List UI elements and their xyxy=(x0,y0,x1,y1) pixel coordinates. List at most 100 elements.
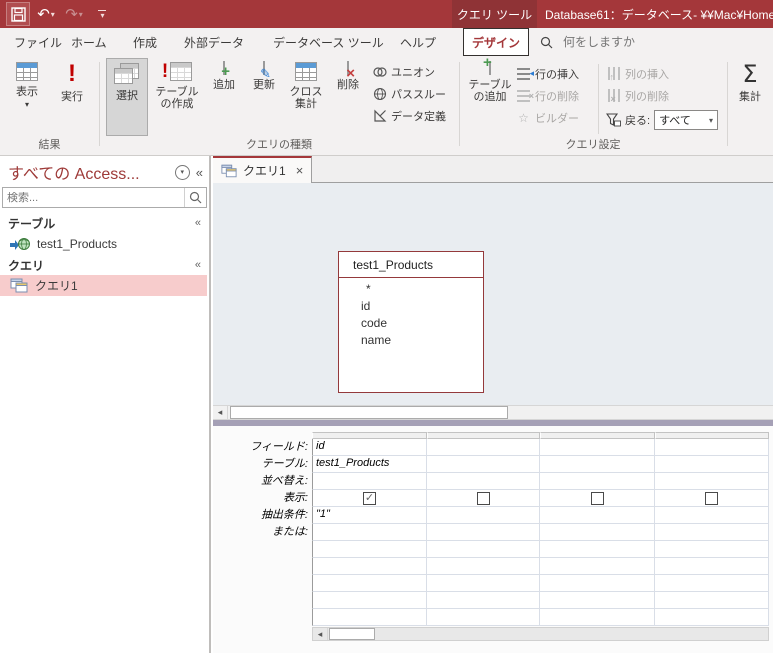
data-definition-button[interactable]: データ定義 xyxy=(372,108,446,123)
section-collapse-icon[interactable]: « xyxy=(195,259,201,271)
field-list-test1-products[interactable]: test1_Products * id code name xyxy=(338,251,484,393)
grid-cell[interactable] xyxy=(655,592,769,609)
grid-cell[interactable] xyxy=(655,575,769,592)
grid-cell[interactable] xyxy=(427,609,540,626)
nav-item-test1-products[interactable]: test1_Products xyxy=(0,233,207,254)
grid-cell-or-2[interactable] xyxy=(427,524,540,541)
show-checkbox[interactable] xyxy=(590,491,604,505)
grid-cell[interactable] xyxy=(427,541,540,558)
column-selector[interactable] xyxy=(312,432,427,439)
save-icon[interactable] xyxy=(6,2,30,26)
nav-item-query1[interactable]: クエリ1 xyxy=(0,275,207,296)
query-design-surface[interactable]: test1_Products * id code name xyxy=(213,184,773,405)
tab-help[interactable]: ヘルプ xyxy=(398,28,438,56)
delete-rows-button[interactable]: × 行の削除 xyxy=(516,88,579,103)
totals-button[interactable]: Σ 集計 xyxy=(731,58,769,136)
builder-button[interactable]: ☆ ビルダー xyxy=(516,110,579,125)
grid-cell-sort-3[interactable] xyxy=(540,473,655,490)
column-selector[interactable] xyxy=(427,432,540,439)
grid-hscrollbar[interactable]: ◂ xyxy=(312,627,769,641)
grid-cell-criteria-1[interactable]: "1" xyxy=(312,507,427,524)
grid-cell[interactable] xyxy=(540,609,655,626)
column-selector[interactable] xyxy=(655,432,769,439)
grid-cell[interactable] xyxy=(540,575,655,592)
grid-cell-show-1[interactable]: ✓ xyxy=(312,490,427,507)
close-tab-icon[interactable]: × xyxy=(296,163,304,178)
grid-cell-or-1[interactable] xyxy=(312,524,427,541)
insert-rows-button[interactable]: ◂ 行の挿入 xyxy=(516,66,579,81)
scroll-left-icon[interactable]: ◂ xyxy=(313,628,328,640)
grid-cell-table-3[interactable] xyxy=(540,456,655,473)
grid-cell-show-2[interactable] xyxy=(427,490,540,507)
view-button[interactable]: 表示 ▾ xyxy=(6,58,48,136)
delete-query-button[interactable]: × 削除 xyxy=(329,58,367,136)
grid-cell-criteria-4[interactable] xyxy=(655,507,769,524)
add-tables-button[interactable]: + テーブルの追加 xyxy=(467,55,513,136)
undo-dropdown-icon[interactable]: ▾ xyxy=(51,10,55,19)
nav-search-input[interactable] xyxy=(3,191,184,204)
field-list-title[interactable]: test1_Products xyxy=(339,252,483,278)
nav-section-queries[interactable]: クエリ « xyxy=(0,255,209,275)
grid-cell[interactable] xyxy=(312,592,427,609)
union-button[interactable]: ユニオン xyxy=(372,64,446,79)
grid-cell-field-2[interactable] xyxy=(427,439,540,456)
grid-cell-show-4[interactable] xyxy=(655,490,769,507)
grid-hscrollbar-thumb[interactable] xyxy=(329,628,375,640)
nav-section-tables[interactable]: テーブル « xyxy=(0,213,209,233)
grid-cell-sort-1[interactable] xyxy=(312,473,427,490)
select-query-button[interactable]: 選択 xyxy=(106,58,148,136)
grid-cell[interactable] xyxy=(312,609,427,626)
view-dropdown-icon[interactable]: ▾ xyxy=(25,99,29,111)
crosstab-button[interactable]: クロス集計 xyxy=(286,58,326,136)
section-collapse-icon[interactable]: « xyxy=(195,217,201,229)
grid-cell-field-1[interactable]: id xyxy=(312,439,427,456)
tab-home[interactable]: ホーム xyxy=(69,28,109,56)
make-table-button[interactable]: ! テーブルの作成 xyxy=(150,58,204,136)
insert-columns-button[interactable]: ↑ 列の挿入 xyxy=(606,66,718,82)
tab-design[interactable]: デザイン xyxy=(463,28,529,56)
grid-cell[interactable] xyxy=(540,558,655,575)
show-checkbox-checked[interactable]: ✓ xyxy=(363,491,376,505)
grid-cell[interactable] xyxy=(312,541,427,558)
grid-cell[interactable] xyxy=(427,575,540,592)
column-selector[interactable] xyxy=(540,432,655,439)
grid-cell-or-4[interactable] xyxy=(655,524,769,541)
delete-columns-button[interactable]: × 列の削除 xyxy=(606,88,718,104)
redo-button[interactable]: ↷ ▾ xyxy=(62,2,86,26)
grid-cell-criteria-2[interactable] xyxy=(427,507,540,524)
tell-me-input[interactable] xyxy=(563,35,713,49)
field-name[interactable]: name xyxy=(339,332,483,349)
field-id[interactable]: id xyxy=(339,298,483,315)
customize-qat-button[interactable]: ▾ xyxy=(90,2,114,26)
grid-cell[interactable] xyxy=(427,558,540,575)
grid-cell[interactable] xyxy=(312,575,427,592)
grid-cell-sort-4[interactable] xyxy=(655,473,769,490)
grid-cell-field-3[interactable] xyxy=(540,439,655,456)
grid-cell[interactable] xyxy=(655,558,769,575)
tab-external-data[interactable]: 外部データ xyxy=(182,28,246,56)
tab-create[interactable]: 作成 xyxy=(131,28,159,56)
shutter-bar-collapse-icon[interactable]: « xyxy=(196,165,203,180)
nav-menu-dropdown-icon[interactable]: ▾ xyxy=(174,164,190,180)
hscrollbar-thumb[interactable] xyxy=(230,406,508,419)
grid-cell[interactable] xyxy=(655,609,769,626)
field-code[interactable]: code xyxy=(339,315,483,332)
scroll-left-icon[interactable]: ◂ xyxy=(213,406,228,419)
document-tab-query1[interactable]: クエリ1 × xyxy=(213,156,312,183)
tell-me-search[interactable] xyxy=(540,28,713,56)
grid-cell-table-4[interactable] xyxy=(655,456,769,473)
grid-cell-sort-2[interactable] xyxy=(427,473,540,490)
grid-cell[interactable] xyxy=(540,541,655,558)
tab-file[interactable]: ファイル xyxy=(12,28,64,56)
design-surface-hscrollbar[interactable]: ◂ xyxy=(213,405,773,420)
return-combobox[interactable]: すべて ▾ xyxy=(654,110,719,130)
show-checkbox[interactable] xyxy=(705,491,718,505)
nav-search-box[interactable] xyxy=(2,187,207,208)
update-button[interactable]: ✎ 更新 xyxy=(245,58,283,136)
show-checkbox[interactable] xyxy=(476,491,490,505)
grid-cell-table-2[interactable] xyxy=(427,456,540,473)
grid-cell-table-1[interactable]: test1_Products xyxy=(312,456,427,473)
grid-cell-field-4[interactable] xyxy=(655,439,769,456)
grid-cell-criteria-3[interactable] xyxy=(540,507,655,524)
grid-cell[interactable] xyxy=(312,558,427,575)
